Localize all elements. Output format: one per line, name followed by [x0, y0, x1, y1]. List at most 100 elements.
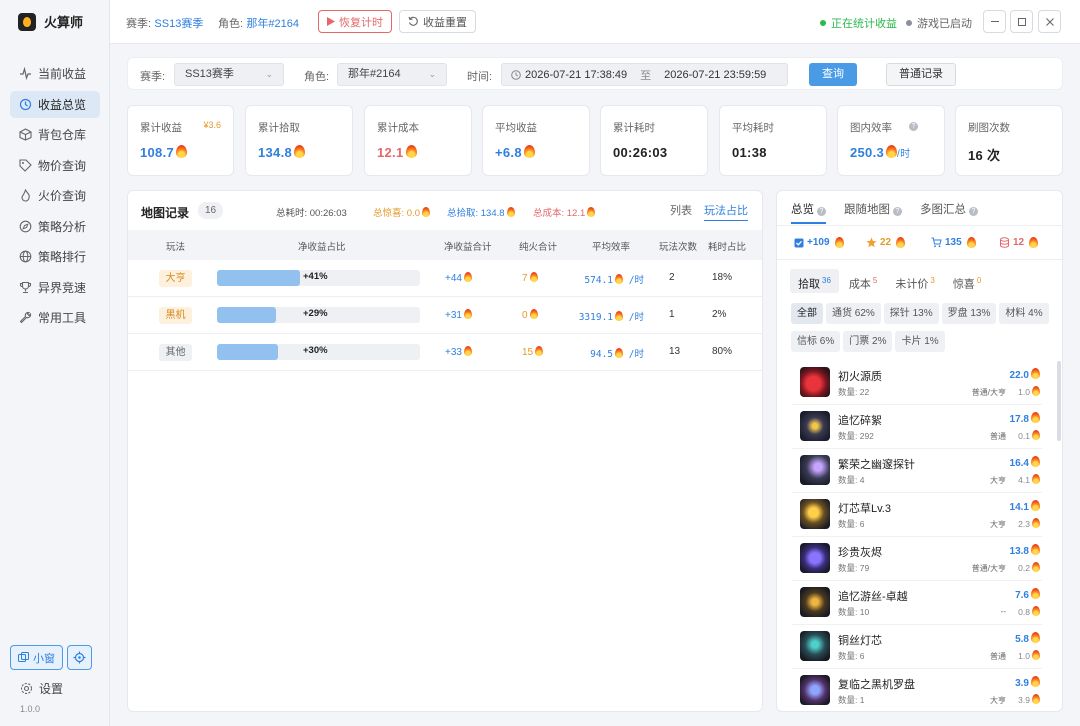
status-dot-icon [820, 20, 826, 26]
tab-follow-map[interactable]: 跟随地图? [844, 201, 902, 224]
role-value[interactable]: 那年#2164 [246, 18, 299, 30]
help-icon[interactable]: ? [969, 207, 978, 216]
sidebar-item-otherworld-race[interactable]: 异界竞速 [10, 274, 100, 301]
sidebar-item-backpack[interactable]: 背包仓库 [10, 121, 100, 148]
sidebar-item-price-query[interactable]: 物价查询 [10, 152, 100, 179]
locate-button[interactable] [67, 645, 92, 670]
tab-cost[interactable]: 成本 5 [841, 269, 885, 293]
tab-label: 拾取 [798, 278, 820, 291]
item-unit-price: 2.3 [1018, 519, 1030, 529]
table-row[interactable]: 大亨 +41% +44 7 574.1 /时 2 18% [128, 260, 762, 297]
sidebar-item-strategy-ranking[interactable]: 策略排行 [10, 243, 100, 270]
date-range-picker[interactable]: 2026-07-21 17:38:49 至 2026-07-21 23:59:5… [501, 63, 788, 86]
item-name: 初火源质 [838, 371, 882, 383]
help-icon[interactable]: ? [909, 122, 918, 131]
tab-unpriced[interactable]: 未计价 3 [887, 269, 942, 293]
fire-icon [1031, 500, 1040, 511]
mini-window-button[interactable]: 小窗 [10, 645, 63, 670]
scrollbar[interactable] [1057, 361, 1061, 441]
stat-card-total-pickup: 累计拾取 134.8 [245, 105, 353, 176]
tab-multi-map[interactable]: 多图汇总? [920, 201, 978, 224]
item-name: 复临之黑机罗盘 [838, 679, 915, 691]
role-select[interactable]: 那年#2164 ⌄ [337, 63, 447, 86]
pure-fire-cell: 15 [522, 346, 544, 358]
role-label: 角色: [218, 18, 244, 30]
season-select[interactable]: SS13赛季 ⌄ [174, 63, 284, 86]
query-button[interactable]: 查询 [809, 63, 857, 86]
filter-chip[interactable]: 探针 13% [883, 303, 939, 324]
time-end[interactable]: 2026-07-21 23:59:59 [664, 69, 766, 81]
net-ratio-fill [217, 344, 278, 360]
fire-icon [1032, 430, 1040, 440]
sidebar-item-income-overview[interactable]: 收益总览 [10, 90, 100, 118]
category-tabs: 拾取 36 成本 5 未计价 3 惊喜 0 [790, 269, 989, 293]
crosshair-icon [73, 651, 86, 664]
time-start[interactable]: 2026-07-21 17:38:49 [525, 69, 627, 81]
stat-card-avg-income: 平均收益 +6.8 [482, 105, 590, 176]
filter-chip[interactable]: 材料 4% [999, 303, 1049, 324]
tab-overview[interactable]: 总览? [791, 201, 826, 224]
net-ratio-text: +41% [303, 271, 328, 282]
time-separator: 至 [640, 69, 652, 82]
pure-fire-cell: 7 [522, 272, 538, 284]
tab-list[interactable]: 列表 [670, 202, 692, 221]
reset-income-button[interactable]: 收益重置 [399, 10, 476, 33]
item-source: 普通 [990, 432, 1006, 441]
summary-pickup: 135 [931, 237, 976, 248]
fire-icon [1032, 474, 1040, 484]
list-item[interactable]: 追忆游丝-卓越 数量: 10 7.6 -- 0.8 [792, 581, 1042, 625]
minimize-button[interactable] [983, 10, 1006, 33]
tab-pickup[interactable]: 拾取 36 [790, 269, 839, 293]
item-value: 17.8 [1009, 414, 1029, 425]
total-pickup-text: 总拾取: 134.8 [447, 208, 505, 219]
sidebar-item-current-income[interactable]: 当前收益 [10, 60, 100, 87]
summary-pickup-value: 135 [945, 237, 962, 248]
stat-title: 刷图次数 [968, 122, 1010, 134]
list-item[interactable]: 灯芯草Lv.3 数量: 6 14.1 大亨 2.3 [792, 493, 1042, 537]
sidebar-item-common-tools[interactable]: 常用工具 [10, 304, 100, 331]
item-name: 灯芯草Lv.3 [838, 503, 891, 515]
pure-fire-value: 0 [522, 310, 528, 321]
close-button[interactable] [1038, 10, 1061, 33]
maximize-button[interactable] [1010, 10, 1033, 33]
filter-chip[interactable]: 通货 62% [826, 303, 881, 324]
filter-chip[interactable]: 信标 6% [791, 331, 841, 352]
filter-chip[interactable]: 门票 2% [843, 331, 893, 352]
top-header: 赛季: SS13赛季 角色: 那年#2164 恢复计时 收益重置 正在统计收益 … [110, 0, 1080, 44]
filter-chip[interactable]: 全部 [791, 303, 823, 324]
sidebar-item-strategy-analysis[interactable]: 策略分析 [10, 213, 100, 240]
item-unit-row: 0.1 [1018, 430, 1040, 441]
stat-card-run-count: 刷图次数 16 次 [955, 105, 1063, 176]
season-label: 赛季: [126, 18, 152, 30]
list-item[interactable]: 追忆碎絮 数量: 292 17.8 普通 0.1 [792, 405, 1042, 449]
tab-surprise[interactable]: 惊喜 0 [945, 269, 989, 293]
summary-surprise: 22 [866, 237, 906, 248]
list-item[interactable]: 初火源质 数量: 22 22.0 普通/大亨 1.0 [792, 361, 1042, 405]
col-net-total: 净收益合计 [444, 242, 492, 253]
sidebar-item-fire-price[interactable]: 火价查询 [10, 182, 100, 209]
normal-record-button[interactable]: 普通记录 [886, 63, 956, 86]
item-value-row: 14.1 [1010, 500, 1040, 513]
item-quantity: 数量: 6 [838, 651, 865, 661]
total-surprise-text: 总惊喜: 0.0 [373, 208, 420, 219]
reset-icon [408, 16, 418, 26]
resume-timer-button[interactable]: 恢复计时 [318, 10, 392, 33]
globe-icon [19, 250, 32, 263]
season-value[interactable]: SS13赛季 [154, 18, 203, 30]
list-item[interactable]: 复临之黑机罗盘 数量: 1 3.9 大亨 3.9 [792, 669, 1042, 711]
list-item[interactable]: 珍贵灰烬 数量: 79 13.8 普通/大亨 0.2 [792, 537, 1042, 581]
stat-extra: ¥3.6 [203, 120, 221, 130]
table-row[interactable]: 黑机 +29% +31 0 3319.1 /时 1 2% [128, 297, 762, 334]
list-item[interactable]: 繁荣之幽邃探针 数量: 4 16.4 大亨 4.1 [792, 449, 1042, 493]
item-value-row: 5.8 [1015, 632, 1040, 645]
settings-button[interactable]: 设置 [20, 680, 63, 697]
tab-mode-ratio[interactable]: 玩法占比 [704, 202, 748, 221]
filter-chip[interactable]: 罗盘 13% [941, 303, 997, 324]
list-item[interactable]: 铜丝灯芯 数量: 6 5.8 普通 1.0 [792, 625, 1042, 669]
tab-count: 36 [822, 276, 831, 285]
filter-chip[interactable]: 卡片 1% [895, 331, 945, 352]
box-icon [19, 128, 32, 141]
help-icon[interactable]: ? [893, 207, 902, 216]
table-row[interactable]: 其他 +30% +33 15 94.5 /时 13 80% [128, 334, 762, 371]
help-icon[interactable]: ? [817, 207, 826, 216]
